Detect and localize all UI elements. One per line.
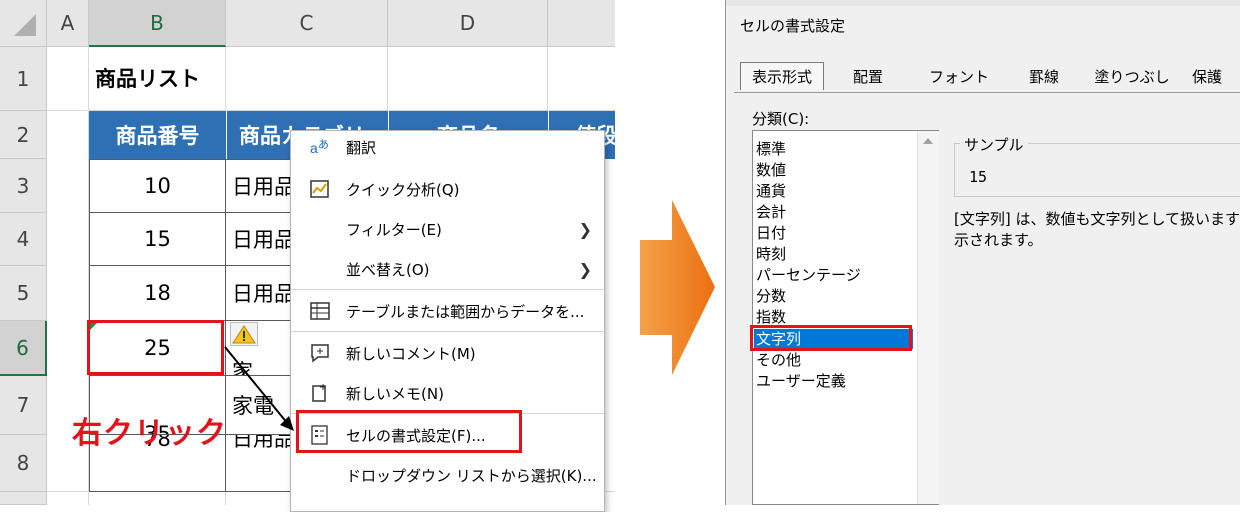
sample-value: 15: [969, 168, 988, 186]
category-item[interactable]: 分数: [756, 286, 786, 306]
category-item[interactable]: 数値: [756, 160, 786, 180]
selected-category-highlight: [750, 325, 912, 351]
category-item[interactable]: 指数: [756, 307, 786, 327]
category-item[interactable]: 通貨: [756, 181, 786, 201]
listbox-scrollbar[interactable]: [917, 131, 939, 504]
orange-flow-arrow: [640, 200, 715, 375]
sample-label: サンプル: [960, 134, 1028, 155]
category-item[interactable]: ユーザー定義: [756, 371, 846, 391]
category-item[interactable]: その他: [756, 350, 801, 370]
category-item[interactable]: 日付: [756, 223, 786, 243]
dialog-top-edge: [726, 0, 1240, 6]
scroll-up-icon[interactable]: [918, 131, 939, 151]
category-label: 分類(C):: [752, 110, 810, 128]
description-line-1: [文字列] は、数値も文字列として扱います: [954, 210, 1240, 228]
category-item[interactable]: 会計: [756, 202, 786, 222]
tab-fill[interactable]: 塗りつぶし: [1082, 62, 1182, 90]
category-listbox[interactable]: 標準 数値 通貨 会計 日付 時刻 パーセンテージ 分数 指数 文字列 その他 …: [752, 130, 939, 505]
pointer-arrow: [224, 346, 294, 431]
description-line-2: 示されます。: [954, 231, 1043, 249]
format-cells-dialog: セルの書式設定 表示形式 配置 フォント 罫線 塗りつぶし 保護 分類(C): …: [725, 0, 1240, 505]
dialog-title: セルの書式設定: [740, 17, 846, 35]
category-item[interactable]: 時刻: [756, 244, 786, 264]
tab-alignment[interactable]: 配置: [830, 62, 906, 90]
tab-font[interactable]: フォント: [912, 62, 1006, 90]
tab-number[interactable]: 表示形式: [740, 62, 824, 90]
tab-border[interactable]: 罫線: [1012, 62, 1076, 90]
category-item[interactable]: パーセンテージ: [756, 265, 861, 285]
tab-protection[interactable]: 保護: [1186, 62, 1240, 90]
category-item[interactable]: 標準: [756, 139, 786, 159]
